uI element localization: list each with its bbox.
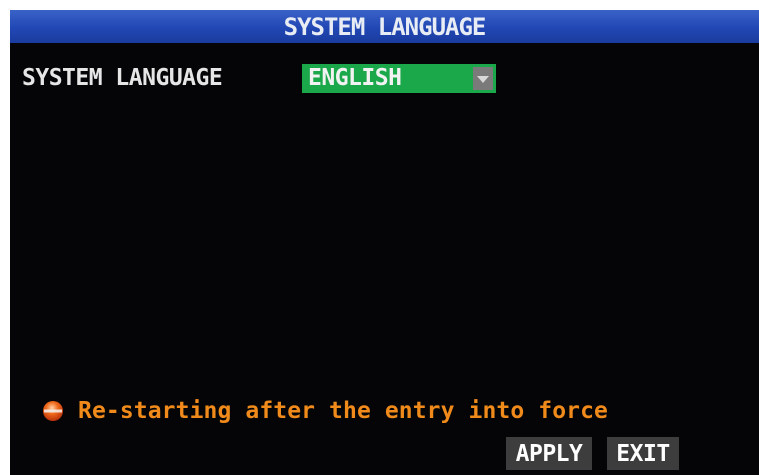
notice-text: Re-starting after the entry into force — [78, 398, 608, 424]
language-dialog: SYSTEM LANGUAGE SYSTEM LANGUAGE ENGLISH — [10, 10, 759, 475]
restart-notice: Re-starting after the entry into force — [42, 396, 608, 426]
apply-button[interactable]: APPLY — [506, 437, 592, 470]
system-language-label: SYSTEM LANGUAGE — [22, 65, 223, 91]
exit-button[interactable]: EXIT — [607, 437, 679, 470]
dropdown-arrow-icon[interactable] — [473, 67, 493, 90]
warning-dot-icon — [42, 400, 64, 422]
language-select[interactable]: ENGLISH — [302, 64, 496, 93]
window-title: SYSTEM LANGUAGE — [10, 10, 759, 43]
language-select-value: ENGLISH — [308, 65, 402, 91]
